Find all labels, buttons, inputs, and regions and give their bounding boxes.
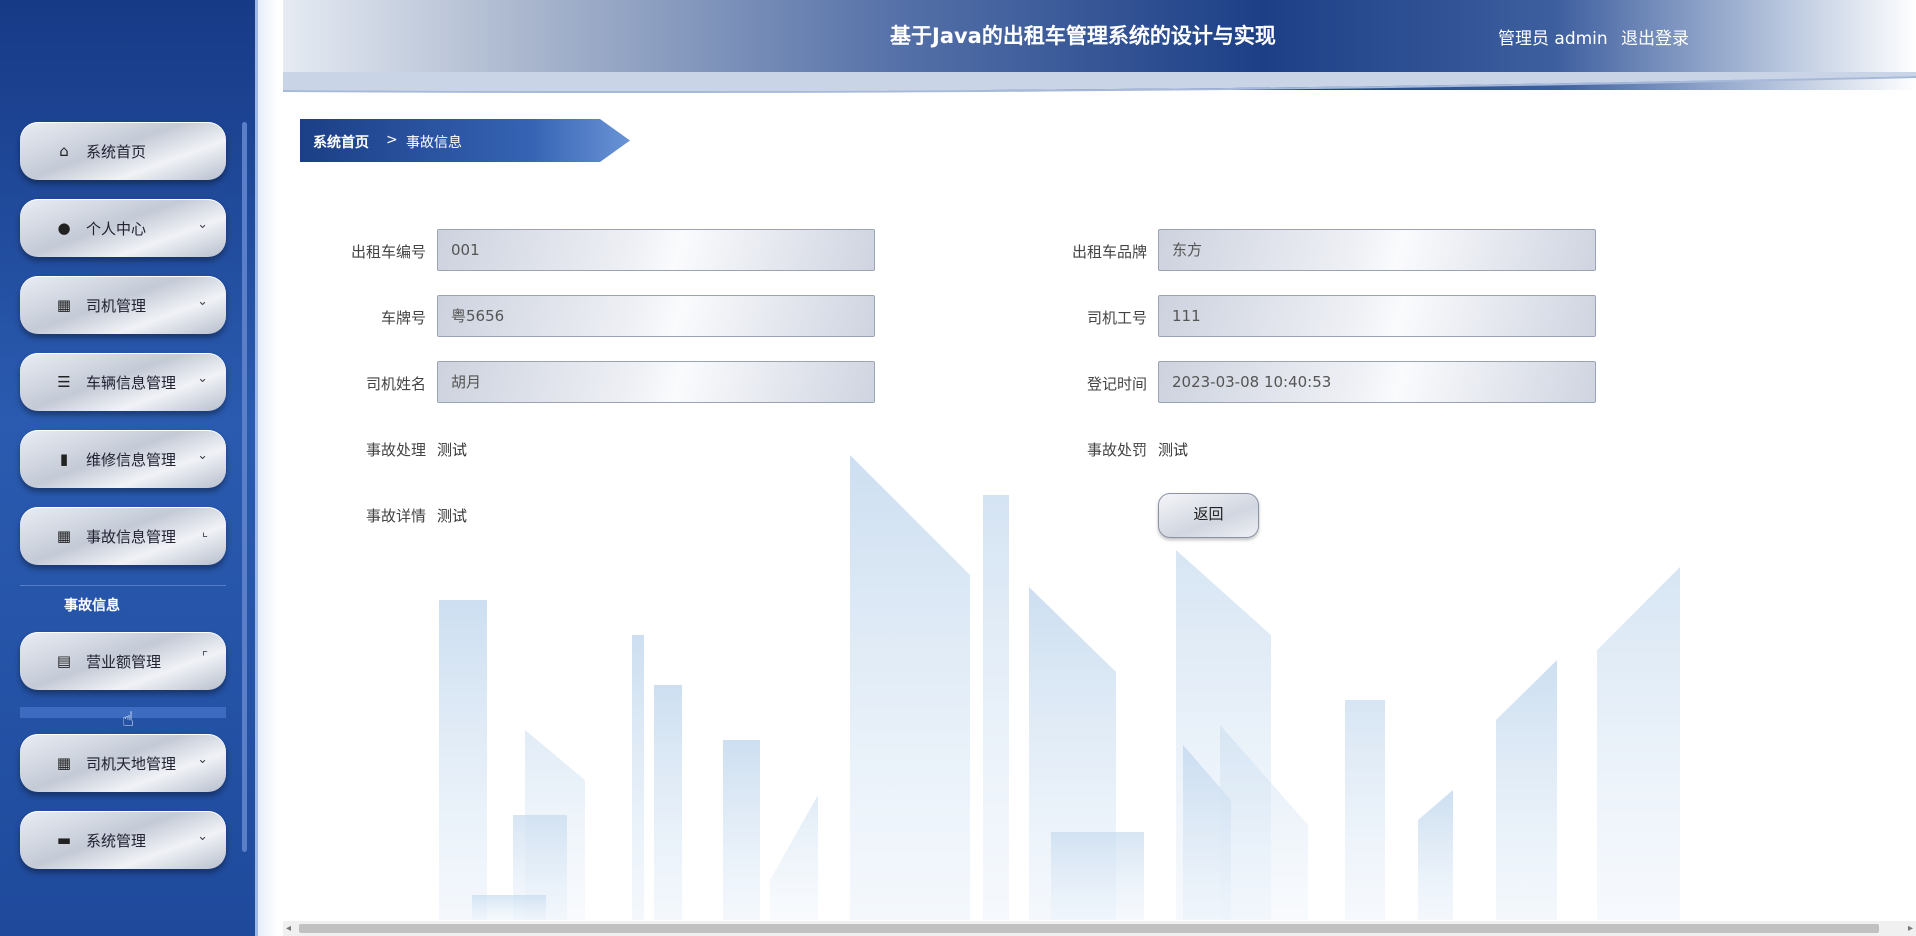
- chevron-down-icon: ⌄: [197, 752, 208, 767]
- breadcrumb-current: 事故信息: [406, 135, 462, 151]
- chevron-up-icon: ⌞: [201, 525, 208, 540]
- sidebar-item-label: 个人中心: [86, 219, 147, 238]
- clipboard-icon: ▤: [56, 652, 72, 670]
- header-wave: [283, 72, 1916, 94]
- chevron-down-icon: ⌄: [197, 448, 208, 463]
- sidebar-item-personal-center[interactable]: ● 个人中心 ⌄: [20, 199, 226, 257]
- chevron-up-icon: ⌜: [201, 650, 208, 665]
- sidebar-subitem-accident-info[interactable]: 事故信息: [20, 585, 226, 625]
- sidebar-item-label: 事故信息管理: [86, 527, 177, 546]
- sidebar-scrollbar[interactable]: [242, 122, 247, 852]
- plate-number-label: 车牌号: [380, 309, 426, 327]
- taxi-brand-label: 出租车品牌: [1071, 243, 1147, 261]
- driver-id-field[interactable]: 111: [1158, 295, 1596, 337]
- sidebar-item-system-management[interactable]: ▬ 系统管理 ⌄: [20, 811, 226, 869]
- scroll-right-icon[interactable]: ▸: [1908, 921, 1913, 936]
- driver-name-field[interactable]: 胡月: [437, 361, 875, 403]
- sidebar-item-driver-management[interactable]: ▦ 司机管理 ⌄: [20, 276, 226, 334]
- breadcrumb: 系统首页 > 事故信息: [300, 119, 630, 162]
- sidebar-item-label: 维修信息管理: [86, 450, 177, 469]
- sliders-icon: ☰: [57, 373, 71, 391]
- back-button[interactable]: 返回: [1158, 493, 1259, 538]
- grid-icon: ▦: [56, 754, 72, 772]
- sidebar-item-label: 营业额管理: [86, 652, 162, 671]
- grid-icon: ▦: [56, 527, 72, 545]
- chevron-down-icon: ⌄: [197, 829, 208, 844]
- register-time-label: 登记时间: [1086, 375, 1147, 393]
- driver-id-label: 司机工号: [1086, 309, 1147, 327]
- current-user: 管理员 admin: [1498, 29, 1608, 49]
- sidebar-edge: [255, 0, 278, 936]
- plate-number-field[interactable]: 粤5656: [437, 295, 875, 337]
- sidebar-item-vehicle-management[interactable]: ☰ 车辆信息管理 ⌄: [20, 353, 226, 411]
- sidebar-item-label: 司机天地管理: [86, 754, 177, 773]
- breadcrumb-home-link[interactable]: 系统首页: [313, 132, 369, 152]
- city-background-illustration: [439, 455, 1680, 920]
- sidebar-item-revenue-management[interactable]: ▤ 营业额管理 ⌜: [20, 632, 226, 690]
- accident-handling-label: 事故处理: [365, 441, 426, 459]
- taxi-brand-field[interactable]: 东方: [1158, 229, 1596, 271]
- accident-details-value: 测试: [437, 507, 468, 525]
- driver-name-label: 司机姓名: [365, 375, 426, 393]
- sidebar-item-label: 司机管理: [86, 296, 147, 315]
- sidebar-item-label: 车辆信息管理: [86, 373, 177, 392]
- chevron-down-icon: ⌄: [197, 371, 208, 386]
- accident-penalty-value: 测试: [1158, 441, 1189, 459]
- home-icon: ⌂: [59, 142, 69, 160]
- sidebar-item-repair-management[interactable]: ▮ 维修信息管理 ⌄: [20, 430, 226, 488]
- sidebar-subitem-label: 事故信息: [64, 598, 120, 614]
- grid-icon: ▦: [56, 296, 72, 314]
- sidebar-item-label: 系统管理: [86, 831, 147, 850]
- accident-handling-value: 测试: [437, 441, 468, 459]
- horizontal-scrollbar[interactable]: ◂ ▸: [283, 921, 1916, 936]
- accident-details-label: 事故详情: [365, 507, 426, 525]
- logout-link[interactable]: 退出登录: [1621, 24, 1689, 49]
- sidebar-item-home[interactable]: ⌂ 系统首页: [20, 122, 226, 180]
- breadcrumb-separator: >: [386, 132, 398, 148]
- page-title: 基于Java的出租车管理系统的设计与实现: [890, 24, 1276, 48]
- sidebar-item-label: 系统首页: [86, 142, 147, 161]
- accident-penalty-label: 事故处罚: [1086, 441, 1147, 459]
- sidebar: ⌂ 系统首页 ● 个人中心 ⌄ ▦ 司机管理 ⌄ ☰ 车辆信息管理 ⌄ ▮ 维修…: [0, 0, 265, 936]
- register-time-field[interactable]: 2023-03-08 10:40:53: [1158, 361, 1596, 403]
- briefcase-icon: ▬: [56, 831, 72, 849]
- taxi-number-label: 出租车编号: [350, 243, 426, 261]
- book-icon: ▮: [59, 450, 69, 468]
- chevron-down-icon: ⌄: [197, 217, 208, 232]
- sidebar-item-accident-management[interactable]: ▦ 事故信息管理 ⌞: [20, 507, 226, 565]
- scroll-left-icon[interactable]: ◂: [286, 921, 291, 936]
- chevron-down-icon: ⌄: [197, 294, 208, 309]
- sidebar-item-driver-forum-management[interactable]: ▦ 司机天地管理 ⌄: [20, 734, 226, 792]
- hand-cursor-icon: ☝: [122, 707, 135, 731]
- taxi-number-field[interactable]: 001: [437, 229, 875, 271]
- person-icon: ●: [57, 219, 71, 237]
- scrollbar-thumb[interactable]: [299, 924, 1879, 933]
